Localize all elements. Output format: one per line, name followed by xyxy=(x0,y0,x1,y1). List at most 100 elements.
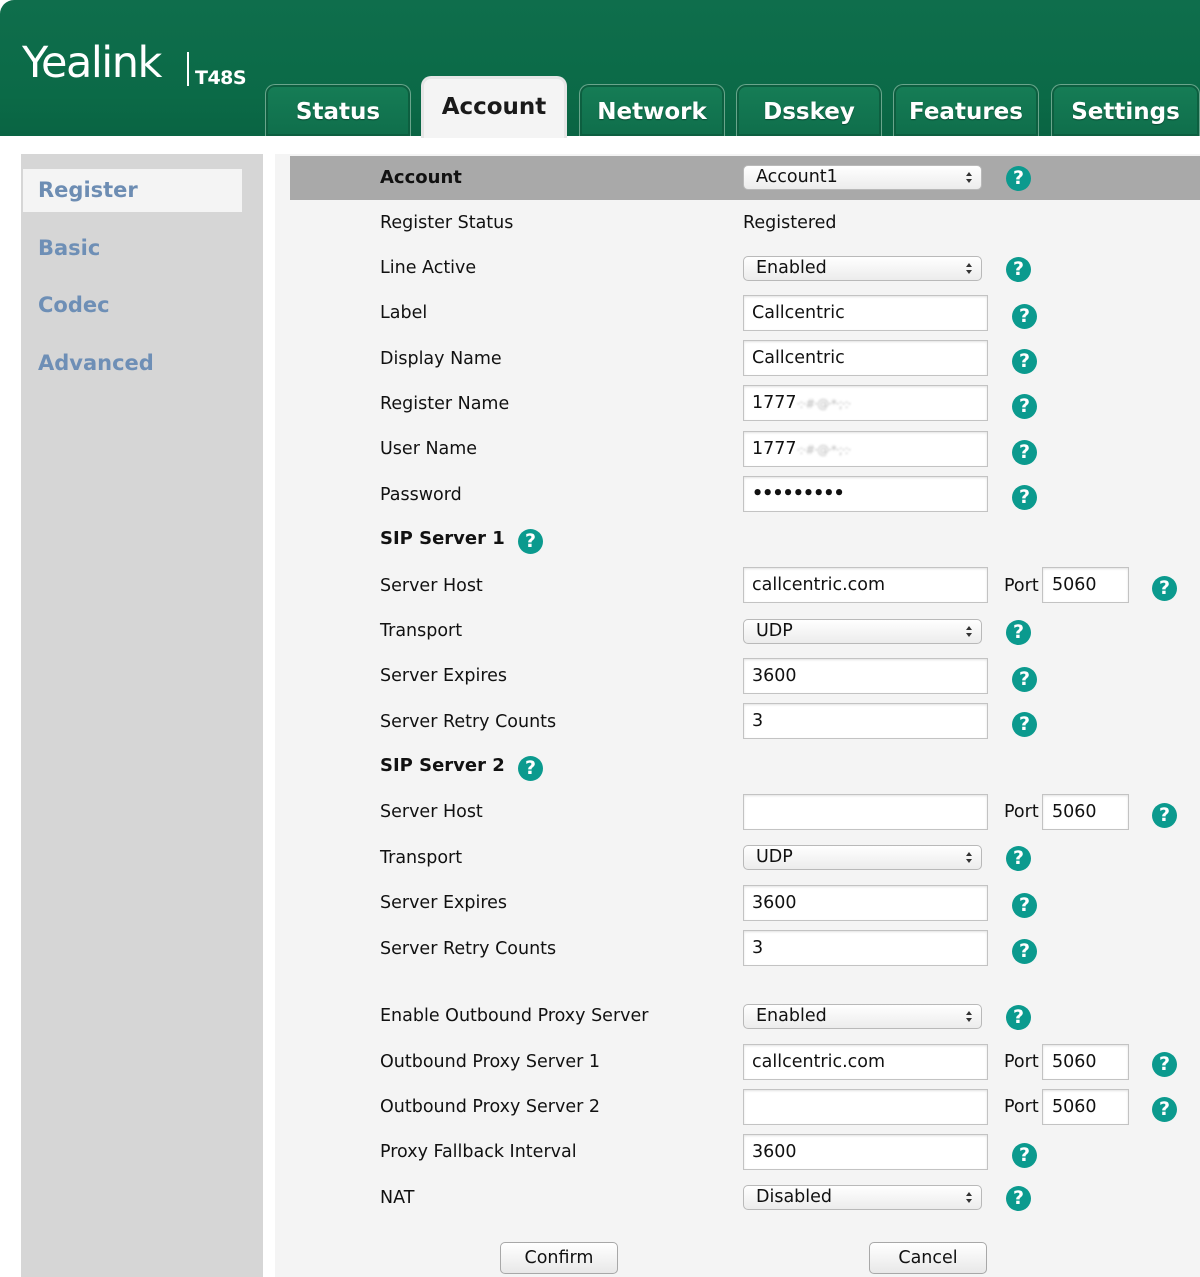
port-label: Port xyxy=(1004,1052,1039,1072)
sip2-transport-select[interactable]: UDP xyxy=(743,845,982,870)
sip1-server-retry-counts-input[interactable]: 3 xyxy=(743,703,988,739)
help-icon[interactable]: ? xyxy=(1152,576,1177,601)
select-arrows-icon xyxy=(966,626,972,637)
help-icon[interactable]: ? xyxy=(1012,712,1037,737)
sip2-transport-value: UDP xyxy=(756,847,793,867)
display-name-label: Display Name xyxy=(380,349,502,369)
help-icon[interactable]: ? xyxy=(1006,257,1031,282)
register-status-label: Register Status xyxy=(380,213,514,233)
enable-outbound-proxy-value: Enabled xyxy=(756,1006,827,1026)
user-name-input[interactable]: 1777·:·#·@·*·;·:· xyxy=(743,431,988,467)
password-label: Password xyxy=(380,485,462,505)
help-icon[interactable]: ? xyxy=(1152,1052,1177,1077)
sip2-server-retry-counts-input[interactable]: 3 xyxy=(743,930,988,966)
select-arrows-icon xyxy=(966,1192,972,1203)
sip1-transport-select[interactable]: UDP xyxy=(743,619,982,644)
sip-server-1-heading: SIP Server 1 xyxy=(380,528,505,549)
help-icon[interactable]: ? xyxy=(1012,893,1037,918)
sip-server-2-heading: SIP Server 2 xyxy=(380,755,505,776)
user-name-value: 1777 xyxy=(752,439,797,459)
help-icon[interactable]: ? xyxy=(1012,939,1037,964)
help-icon[interactable]: ? xyxy=(1006,1005,1031,1030)
sip2-port-input[interactable]: 5060 xyxy=(1042,794,1129,830)
password-input[interactable]: ••••••••• xyxy=(743,476,988,512)
outbound-proxy-2-input[interactable] xyxy=(743,1089,988,1125)
sip1-port-input[interactable]: 5060 xyxy=(1042,567,1129,603)
label-label: Label xyxy=(380,303,428,323)
register-name-redacted: ·:·#·@·*·;·:· xyxy=(796,397,852,411)
sidebar-item-advanced[interactable]: Advanced xyxy=(23,342,242,385)
register-status-value: Registered xyxy=(743,213,837,233)
outbound-proxy-1-input[interactable]: callcentric.com xyxy=(743,1044,988,1080)
help-icon[interactable]: ? xyxy=(1006,166,1031,191)
logo-divider xyxy=(187,52,189,86)
help-icon[interactable]: ? xyxy=(1012,440,1037,465)
select-arrows-icon xyxy=(966,263,972,274)
enable-outbound-proxy-select[interactable]: Enabled xyxy=(743,1004,982,1029)
label-input[interactable]: Callcentric xyxy=(743,295,988,331)
line-active-select[interactable]: Enabled xyxy=(743,256,982,281)
help-icon[interactable]: ? xyxy=(1012,1143,1037,1168)
sidebar-item-register[interactable]: Register xyxy=(23,169,242,212)
account-label: Account xyxy=(380,167,462,188)
account-select-value: Account1 xyxy=(756,167,838,187)
user-name-label: User Name xyxy=(380,439,478,459)
line-active-label: Line Active xyxy=(380,258,477,278)
help-icon[interactable]: ? xyxy=(1012,485,1037,510)
tab-features[interactable]: Features xyxy=(893,84,1039,136)
proxy-fallback-interval-label: Proxy Fallback Interval xyxy=(380,1142,577,1162)
help-icon[interactable]: ? xyxy=(1006,620,1031,645)
nat-value: Disabled xyxy=(756,1187,833,1207)
tab-dsskey[interactable]: Dsskey xyxy=(736,84,882,136)
tab-settings[interactable]: Settings xyxy=(1051,84,1200,136)
help-icon[interactable]: ? xyxy=(1152,1097,1177,1122)
help-icon[interactable]: ? xyxy=(518,529,543,554)
help-icon[interactable]: ? xyxy=(1152,803,1177,828)
sip1-server-expires-input[interactable]: 3600 xyxy=(743,658,988,694)
register-name-input[interactable]: 1777·:·#·@·*·;·:· xyxy=(743,385,988,421)
server-host-label: Server Host xyxy=(380,576,483,596)
outbound-proxy-2-port-input[interactable]: 5060 xyxy=(1042,1089,1129,1125)
yealink-logo: Yealink xyxy=(22,38,162,88)
help-icon[interactable]: ? xyxy=(518,756,543,781)
sidebar-item-codec[interactable]: Codec xyxy=(23,284,242,327)
confirm-button[interactable]: Confirm xyxy=(500,1242,618,1274)
line-active-value: Enabled xyxy=(756,258,827,278)
help-icon[interactable]: ? xyxy=(1012,667,1037,692)
port-label: Port xyxy=(1004,802,1039,822)
proxy-fallback-interval-input[interactable]: 3600 xyxy=(743,1134,988,1170)
nat-label: NAT xyxy=(380,1188,415,1208)
select-arrows-icon xyxy=(966,852,972,863)
server-expires-label: Server Expires xyxy=(380,893,508,913)
sidebar-item-basic[interactable]: Basic xyxy=(23,227,242,270)
sip1-server-host-input[interactable]: callcentric.com xyxy=(743,567,988,603)
sip2-server-host-input[interactable] xyxy=(743,794,988,830)
outbound-proxy-1-port-input[interactable]: 5060 xyxy=(1042,1044,1129,1080)
server-expires-label: Server Expires xyxy=(380,666,508,686)
enable-outbound-proxy-label: Enable Outbound Proxy Server xyxy=(380,1006,649,1026)
help-icon[interactable]: ? xyxy=(1012,394,1037,419)
nat-select[interactable]: Disabled xyxy=(743,1185,982,1210)
help-icon[interactable]: ? xyxy=(1006,1186,1031,1211)
select-arrows-icon xyxy=(966,172,972,183)
sip1-transport-value: UDP xyxy=(756,621,793,641)
sip2-server-expires-input[interactable]: 3600 xyxy=(743,885,988,921)
model-label: T48S xyxy=(195,67,247,89)
tab-status[interactable]: Status xyxy=(265,84,411,136)
transport-label: Transport xyxy=(380,621,463,641)
help-icon[interactable]: ? xyxy=(1012,349,1037,374)
tab-network[interactable]: Network xyxy=(579,84,725,136)
display-name-input[interactable]: Callcentric xyxy=(743,340,988,376)
register-name-value: 1777 xyxy=(752,393,797,413)
transport-label: Transport xyxy=(380,848,463,868)
help-icon[interactable]: ? xyxy=(1006,846,1031,871)
port-label: Port xyxy=(1004,576,1039,596)
tab-account[interactable]: Account xyxy=(421,76,567,138)
server-host-label: Server Host xyxy=(380,802,483,822)
help-icon[interactable]: ? xyxy=(1012,304,1037,329)
server-retry-counts-label: Server Retry Counts xyxy=(380,939,557,959)
register-name-label: Register Name xyxy=(380,394,510,414)
account-select[interactable]: Account1 xyxy=(743,165,982,190)
cancel-button[interactable]: Cancel xyxy=(869,1242,987,1274)
outbound-proxy-2-label: Outbound Proxy Server 2 xyxy=(380,1097,600,1117)
